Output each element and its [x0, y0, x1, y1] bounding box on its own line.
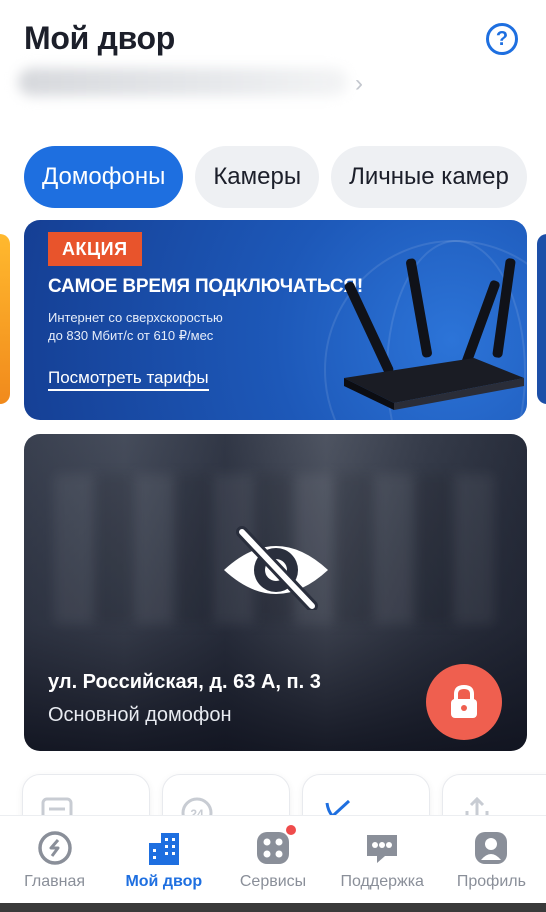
- nav-services-label: Сервисы: [239, 873, 307, 890]
- camera-label: Основной домофон: [48, 704, 232, 726]
- building-icon: [148, 833, 179, 865]
- router-image: [344, 258, 524, 410]
- unlock-door-button[interactable]: [426, 664, 502, 740]
- grid-dots-icon: [254, 825, 296, 867]
- chat-bubble-icon: [367, 835, 398, 863]
- promo-text-line-1: Интернет со сверхскоростью: [48, 310, 223, 325]
- nav-support-label: Поддержка: [340, 873, 424, 890]
- chevron-right-icon: ›: [355, 70, 363, 97]
- nav-home-label: Главная: [24, 873, 86, 890]
- promo-banner[interactable]: АКЦИЯ САМОЕ ВРЕМЯ ПОДКЛЮЧАТЬСЯ! Интернет…: [24, 220, 527, 420]
- nav-services[interactable]: Сервисы: [218, 816, 327, 903]
- home-logo-icon: [37, 831, 72, 865]
- notification-dot: [286, 825, 296, 835]
- camera-address: ул. Российская, д. 63 А, п. 3: [48, 671, 321, 693]
- view-tariffs-link[interactable]: Посмотреть тарифы: [48, 368, 209, 391]
- eye-off-icon: [224, 526, 328, 610]
- address-selector[interactable]: ›: [10, 60, 372, 104]
- intercom-camera-card[interactable]: ул. Российская, д. 63 А, п. 3 Основной д…: [24, 434, 527, 751]
- nav-profile-label: Профиль: [456, 873, 526, 890]
- promo-text-line-2: до 830 Мбит/с от 610 ₽/мес: [48, 328, 214, 343]
- promo-badge: АКЦИЯ: [48, 232, 142, 266]
- promo-headline: САМОЕ ВРЕМЯ ПОДКЛЮЧАТЬСЯ!: [48, 276, 363, 297]
- tabs-bar: Домофоны Камеры Личные камер: [24, 146, 527, 208]
- question-circle-icon[interactable]: ?: [486, 23, 518, 55]
- nav-support[interactable]: Поддержка: [328, 816, 437, 903]
- tab-personal-cameras[interactable]: Личные камер: [331, 146, 527, 208]
- tab-cameras[interactable]: Камеры: [195, 146, 320, 208]
- carousel-prev-card[interactable]: [0, 234, 10, 404]
- carousel-next-card[interactable]: [537, 234, 546, 404]
- nav-profile[interactable]: Профиль: [437, 816, 546, 903]
- blurred-address: [18, 68, 348, 96]
- nav-my-yard[interactable]: Мой двор: [109, 816, 218, 903]
- bottom-navigation: Главная Мой двор Сервисы Поддержка Профи…: [0, 815, 546, 903]
- lock-icon: [451, 684, 477, 718]
- tab-intercoms[interactable]: Домофоны: [24, 146, 184, 208]
- system-gesture-bar: [0, 903, 546, 912]
- nav-home[interactable]: Главная: [0, 816, 109, 903]
- page-title: Мой двор: [24, 20, 176, 56]
- profile-icon: [475, 832, 508, 864]
- nav-my-yard-label: Мой двор: [125, 873, 203, 890]
